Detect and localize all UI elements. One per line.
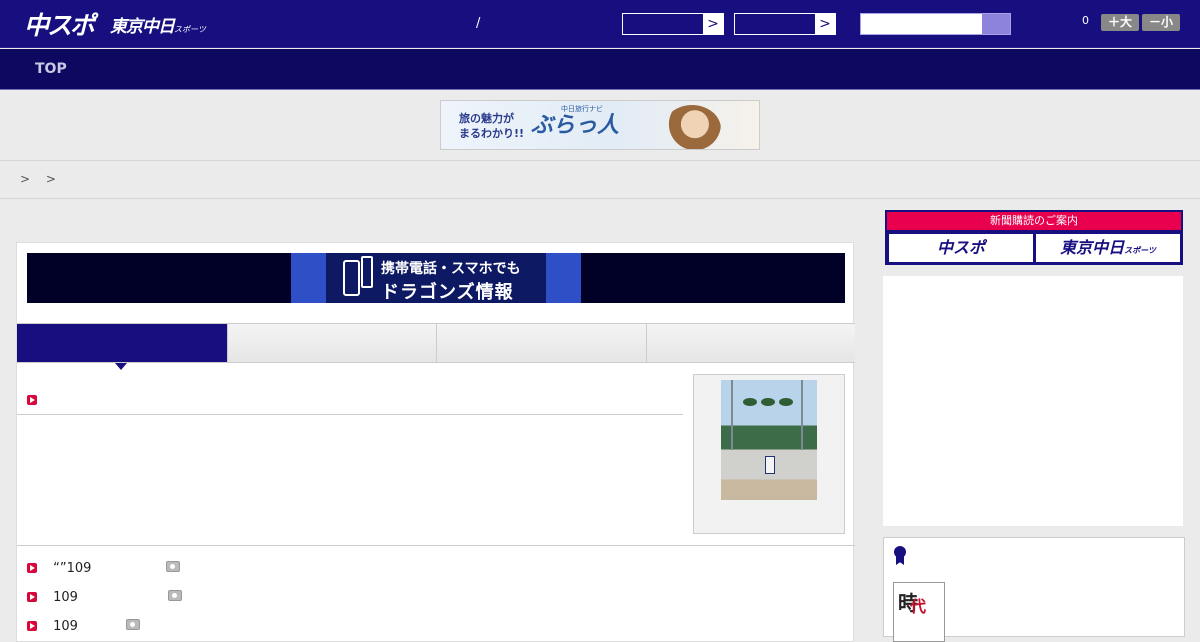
ad-photo <box>663 105 721 149</box>
article-title: 109 <box>53 619 78 634</box>
font-smaller-button[interactable]: －小 <box>1142 14 1180 31</box>
camera-icon <box>126 619 140 630</box>
ribbon-icon <box>894 546 906 565</box>
header-separator: / <box>476 16 481 31</box>
sidebar-ad[interactable] <box>883 276 1183 526</box>
category-select-1[interactable]: > <box>622 13 724 35</box>
lead-article[interactable] <box>27 390 37 409</box>
lead-photo-frame[interactable] <box>693 374 845 534</box>
divider <box>0 160 1200 161</box>
tab-3[interactable] <box>436 324 646 363</box>
chevron-right-icon[interactable]: > <box>815 14 835 34</box>
category-tabs <box>17 323 855 370</box>
ad-tagline: 旅の魅力が まるわかり!! <box>459 112 525 140</box>
subscribe-tokyo-button[interactable]: 東京中日スポーツ <box>1036 234 1180 262</box>
search-input[interactable] <box>860 13 1011 35</box>
book-cover[interactable]: 時 代 <box>893 582 945 642</box>
chevron-right-icon[interactable]: > <box>703 14 723 34</box>
main-content: 携帯電話・スマホでも ドラゴンズ情報 “”109 109 109 <box>16 242 855 642</box>
list-item[interactable]: “”109 <box>27 561 91 576</box>
site-header: 中スポ 東京中日スポーツ / > > 0 ＋大 －小 <box>0 0 1200 48</box>
pitcher-figure <box>765 456 775 474</box>
phone-icon <box>361 256 373 288</box>
article-title: “”109 <box>53 561 92 576</box>
list-item[interactable]: 109 <box>27 619 78 634</box>
arrow-bullet-icon <box>27 395 37 405</box>
camera-icon <box>166 561 180 572</box>
divider <box>17 545 855 546</box>
palm-tree <box>779 398 793 406</box>
travel-ad-banner[interactable]: 旅の魅力が まるわかり!! 中日旅行ナビ ぶらっ人 <box>440 100 760 150</box>
tab-2[interactable] <box>227 324 437 363</box>
mobile-banner-line1: 携帯電話・スマホでも <box>381 261 521 277</box>
subscribe-tokyo-label: 東京中日 <box>1060 238 1125 257</box>
phone-icon <box>343 260 360 296</box>
mobile-dragons-banner[interactable]: 携帯電話・スマホでも ドラゴンズ情報 <box>27 253 845 303</box>
divider <box>0 198 1200 199</box>
arrow-bullet-icon <box>27 563 37 573</box>
divider <box>17 414 683 415</box>
main-nav: TOP <box>0 49 1200 90</box>
palm-tree <box>761 398 775 406</box>
book-char-2: 代 <box>910 597 927 616</box>
font-size-value: 0 <box>1082 14 1089 27</box>
mobile-banner-line2: ドラゴンズ情報 <box>381 282 514 303</box>
light-pole <box>801 380 803 450</box>
mobile-banner-inner: 携帯電話・スマホでも ドラゴンズ情報 <box>291 253 581 303</box>
subscribe-tokyo-small: スポーツ <box>1124 246 1156 255</box>
ad-brand: ぶらっ人 <box>531 113 620 138</box>
tokyo-chunichi-logo[interactable]: 東京中日スポーツ <box>110 12 206 37</box>
nav-item-top[interactable]: TOP <box>35 61 67 77</box>
font-bigger-button[interactable]: ＋大 <box>1101 14 1139 31</box>
category-select-2[interactable]: > <box>734 13 836 35</box>
camera-icon <box>168 590 182 601</box>
subscription-box: 新聞購読のご案内 中スポ 東京中日スポーツ <box>885 210 1183 265</box>
mobile-banner-text: 携帯電話・スマホでも ドラゴンズ情報 <box>381 258 521 304</box>
article-title: 109 <box>53 590 78 605</box>
chunichi-sports-logo[interactable]: 中スポ <box>24 6 95 42</box>
search-button[interactable] <box>982 14 1010 34</box>
tab-4[interactable] <box>646 324 855 363</box>
tab-1[interactable] <box>17 324 227 370</box>
divider <box>17 362 855 363</box>
list-item[interactable]: 109 <box>27 590 78 605</box>
palm-tree <box>743 398 757 406</box>
sidebar-ranking-box: 時 代 <box>883 537 1185 642</box>
baseball-pitcher-photo <box>721 380 817 500</box>
subscription-header: 新聞購読のご案内 <box>887 212 1181 230</box>
subscribe-chunichi-button[interactable]: 中スポ <box>889 234 1033 262</box>
light-pole <box>731 380 733 450</box>
arrow-bullet-icon <box>27 592 37 602</box>
tokyo-chunichi-logo-small: スポーツ <box>174 25 206 34</box>
tokyo-chunichi-logo-text: 東京中日 <box>110 17 175 37</box>
breadcrumb: > > <box>20 172 62 186</box>
